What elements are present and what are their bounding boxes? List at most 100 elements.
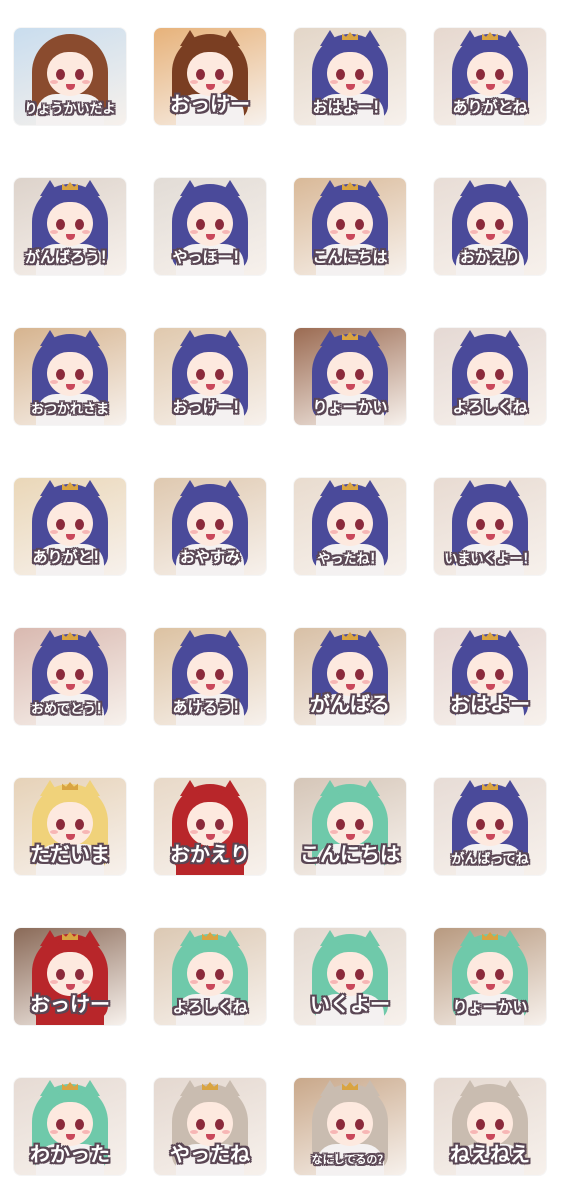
cat-ear-icon [500,480,520,496]
eye-icon [215,69,224,80]
cat-ear-icon [220,780,240,796]
sticker-tile[interactable]: ありがとね [434,28,546,125]
sticker-tile[interactable]: おっけー [154,28,266,125]
eye-icon [476,969,485,980]
eye-icon [75,819,84,830]
cat-ear-icon [40,1080,60,1096]
sticker-tile[interactable]: いまいくよー！ [434,478,546,575]
cat-ear-icon [360,30,380,46]
blush-icon [222,680,230,684]
cat-ear-icon [500,630,520,646]
blush-icon [470,80,478,84]
blush-icon [222,1130,230,1134]
sticker-tile[interactable]: こんにちは [294,778,406,875]
blush-icon [362,680,370,684]
sticker-caption: おやすみ [179,548,240,566]
sticker-tile[interactable]: おっけー [14,928,126,1025]
cat-ear-icon [460,480,480,496]
sticker-tile[interactable]: おっけー！ [154,328,266,425]
sticker-caption: ただいま [30,842,110,866]
sticker-tile[interactable]: りょうかいだよ [14,28,126,125]
eye-icon [215,969,224,980]
character-face [47,352,93,396]
eye-icon [196,669,205,680]
sticker-tile[interactable]: やっほー！ [154,178,266,275]
sticker-caption: りょうかいだよ [24,102,116,117]
sticker-tile[interactable]: おめでとう！ [14,628,126,725]
blush-icon [502,980,510,984]
sticker-tile[interactable]: あけるう！ [154,628,266,725]
blush-icon [362,830,370,834]
character-face [467,202,513,246]
cat-ear-icon [180,180,200,196]
mouth-icon [66,684,75,690]
eye-icon [495,369,504,380]
sticker-tile[interactable]: やったね [154,1078,266,1175]
sticker-tile[interactable]: よろしくね [434,328,546,425]
eye-icon [215,519,224,530]
sticker-caption: なにしてるの？ [311,1153,389,1166]
cat-ear-icon [360,180,380,196]
mouth-icon [346,1134,355,1140]
sticker-tile[interactable]: おかえり [434,178,546,275]
cat-ear-icon [220,630,240,646]
eye-icon [56,969,65,980]
eye-icon [495,519,504,530]
sticker-tile[interactable]: よろしくね [154,928,266,1025]
sticker-caption: ねえねえ [450,1142,530,1166]
character-face [467,952,513,996]
eye-icon [196,69,205,80]
cat-ear-icon [320,480,340,496]
cat-ear-icon [180,930,200,946]
sticker-tile[interactable]: りょーかい [434,928,546,1025]
mouth-icon [486,234,495,240]
sticker-tile[interactable]: おはよー [434,628,546,725]
character-face [47,202,93,246]
sticker-caption: おはよー！ [312,98,388,116]
cat-ear-icon [460,1080,480,1096]
sticker-tile[interactable]: こんにちは [294,178,406,275]
sticker-tile[interactable]: がんばろう！ [14,178,126,275]
mouth-icon [346,234,355,240]
sticker-tile[interactable]: いくよー [294,928,406,1025]
sticker-tile[interactable]: おはよー！ [294,28,406,125]
eye-icon [476,1119,485,1130]
cat-ear-icon [180,780,200,796]
sticker-tile[interactable]: おつかれさま [14,328,126,425]
blush-icon [222,380,230,384]
sticker-caption: りょーかい [452,998,528,1016]
cat-ear-icon [360,480,380,496]
mouth-icon [486,384,495,390]
mouth-icon [346,84,355,90]
sticker-tile[interactable]: おやすみ [154,478,266,575]
sticker-tile[interactable]: なにしてるの？ [294,1078,406,1175]
cat-ear-icon [320,1080,340,1096]
blush-icon [470,380,478,384]
mouth-icon [66,534,75,540]
blush-icon [82,80,90,84]
eye-icon [355,219,364,230]
blush-icon [190,380,198,384]
blush-icon [362,80,370,84]
blush-icon [82,1130,90,1134]
cat-ear-icon [220,480,240,496]
blush-icon [82,680,90,684]
sticker-caption: ありがと！ [32,548,108,566]
sticker-tile[interactable]: ねえねえ [434,1078,546,1175]
sticker-tile[interactable]: ありがと！ [14,478,126,575]
sticker-caption: いまいくよー！ [444,552,536,567]
sticker-tile[interactable]: おかえり [154,778,266,875]
eye-icon [476,519,485,530]
cat-ear-icon [320,180,340,196]
sticker-tile[interactable]: ただいま [14,778,126,875]
cat-ear-icon [320,630,340,646]
sticker-tile[interactable]: りょーかい [294,328,406,425]
sticker-tile[interactable]: やったね！ [294,478,406,575]
blush-icon [362,1130,370,1134]
mouth-icon [486,534,495,540]
cat-ear-icon [500,930,520,946]
sticker-tile[interactable]: がんばってね [434,778,546,875]
sticker-tile[interactable]: がんばる [294,628,406,725]
cat-ear-icon [460,930,480,946]
sticker-tile[interactable]: わかった [14,1078,126,1175]
